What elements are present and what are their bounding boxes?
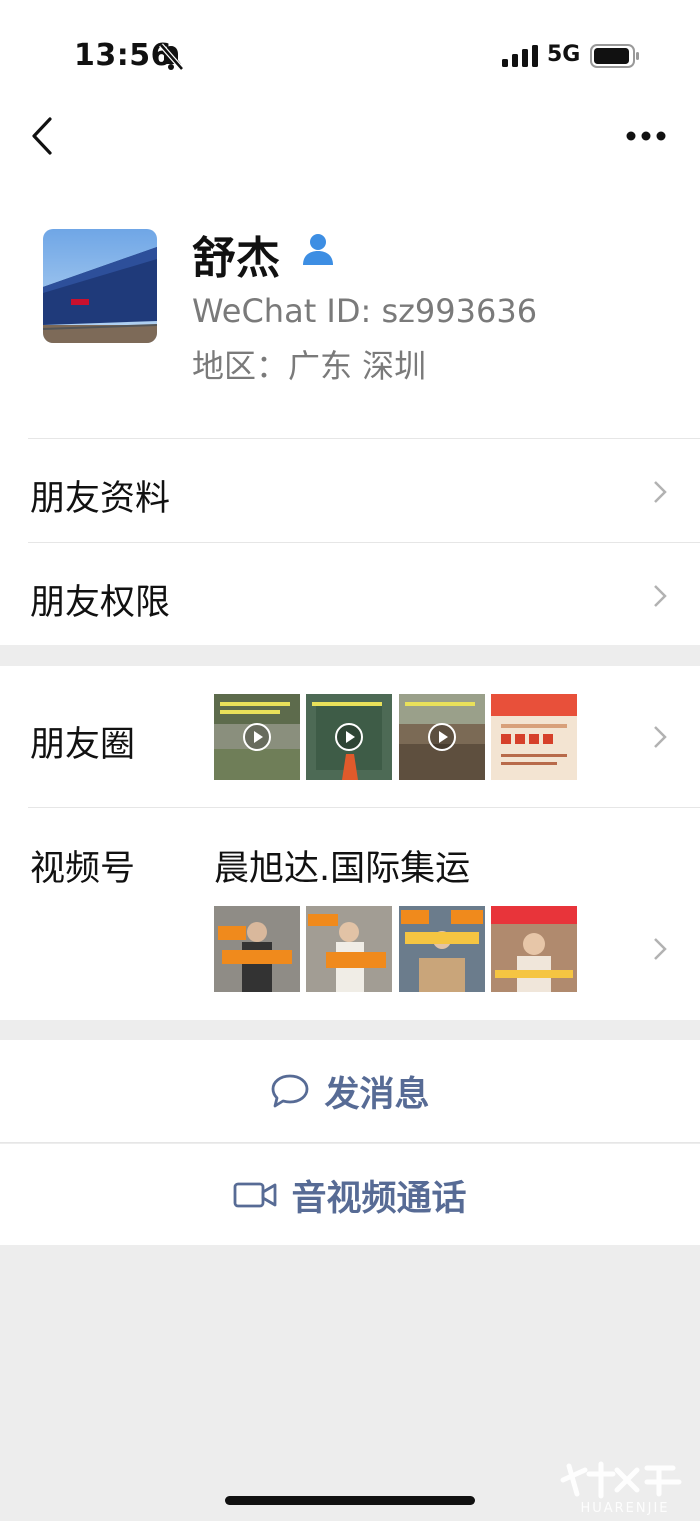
channel-thumbnail-1[interactable] xyxy=(214,906,300,992)
moments-thumbnail-2[interactable] xyxy=(306,694,392,780)
channel-thumbnail-2[interactable] xyxy=(306,906,392,992)
menu-channels[interactable]: 视频号 xyxy=(30,840,135,891)
divider xyxy=(28,807,700,808)
send-message-button[interactable]: 发消息 xyxy=(0,1041,700,1141)
menu-friend-info[interactable]: 朋友资料 xyxy=(30,470,170,521)
play-icon xyxy=(243,723,271,751)
menu-moments[interactable]: 朋友圈 xyxy=(30,716,135,767)
channel-name: 晨旭达.国际集运 xyxy=(214,849,471,889)
channel-thumbnail-4[interactable] xyxy=(491,906,577,992)
channel-thumbnail-3[interactable] xyxy=(399,906,485,992)
more-icon[interactable] xyxy=(626,130,666,142)
moments-thumbnail-4[interactable] xyxy=(491,694,577,780)
video-camera-icon xyxy=(234,1182,277,1208)
divider xyxy=(0,1142,700,1143)
moments-thumbnail-3[interactable] xyxy=(399,694,485,780)
bell-muted-icon xyxy=(159,43,184,71)
chat-bubble-icon xyxy=(272,1074,309,1108)
status-bar: 13:56 5G xyxy=(0,0,700,100)
video-call-label: 音视频通话 xyxy=(291,1178,467,1219)
menu-friend-permissions[interactable]: 朋友权限 xyxy=(30,574,170,625)
back-icon[interactable] xyxy=(30,116,54,156)
profile-name: 舒杰 xyxy=(192,233,280,284)
play-icon xyxy=(428,723,456,751)
avatar[interactable] xyxy=(43,229,157,343)
watermark-text: HUARENJIE xyxy=(580,1501,669,1516)
battery-icon xyxy=(590,44,639,68)
divider xyxy=(28,438,700,439)
wechat-id: WeChat ID: sz993636 xyxy=(192,292,538,330)
chevron-right-icon xyxy=(654,481,667,503)
send-message-label: 发消息 xyxy=(324,1074,430,1115)
watermark: HUARENJIE xyxy=(555,1460,695,1520)
region: 地区：广东 深圳 xyxy=(192,347,427,385)
signal-icon xyxy=(502,45,538,67)
chevron-right-icon xyxy=(654,726,667,748)
network-type: 5G xyxy=(547,42,581,67)
contact-person-icon xyxy=(303,234,333,265)
home-indicator xyxy=(225,1496,475,1505)
divider xyxy=(28,542,700,543)
chevron-right-icon xyxy=(654,585,667,607)
moments-thumbnail-1[interactable] xyxy=(214,694,300,780)
video-call-button[interactable]: 音视频通话 xyxy=(0,1145,700,1245)
play-icon xyxy=(335,723,363,751)
chevron-right-icon xyxy=(654,938,667,960)
